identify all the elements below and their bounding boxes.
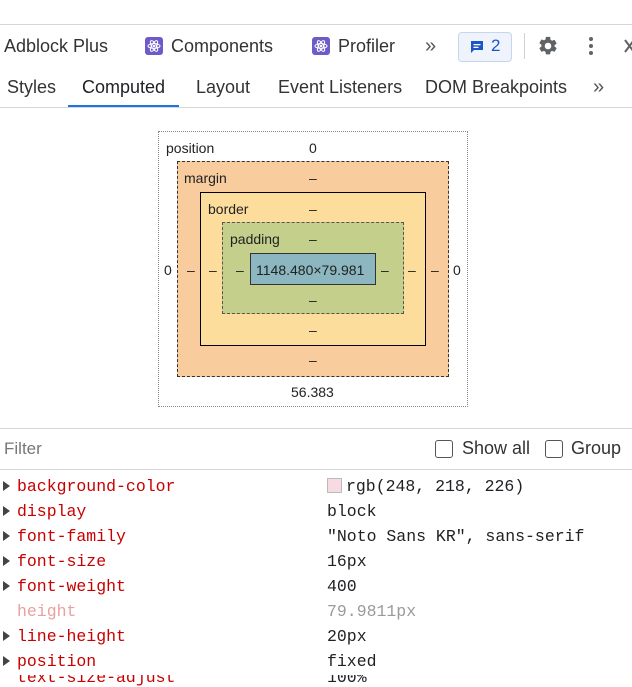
property-value: fixed bbox=[327, 652, 377, 671]
filter-bar: Show all Group bbox=[0, 428, 632, 470]
property-value: 400 bbox=[327, 577, 357, 596]
tab-dom-breakpoints[interactable]: DOM Breakpoints bbox=[425, 67, 567, 107]
expand-arrow-icon[interactable] bbox=[3, 481, 10, 491]
tab-profiler[interactable]: Profiler bbox=[312, 25, 395, 67]
property-name: line-height bbox=[17, 627, 126, 646]
property-name: font-size bbox=[17, 552, 107, 571]
border-right-value[interactable]: – bbox=[408, 262, 416, 278]
padding-right-value[interactable]: – bbox=[381, 262, 389, 278]
group-label[interactable]: Group bbox=[571, 438, 621, 459]
tab-components-label: Components bbox=[171, 36, 274, 56]
property-row[interactable]: display block bbox=[0, 500, 632, 525]
padding-top-value[interactable]: – bbox=[309, 231, 317, 247]
property-value-text: rgb(248, 218, 226) bbox=[346, 477, 525, 496]
margin-right-value[interactable]: – bbox=[431, 262, 439, 278]
position-label: position bbox=[166, 140, 215, 156]
tab-computed[interactable]: Computed bbox=[68, 67, 180, 107]
margin-top-value[interactable]: – bbox=[309, 170, 317, 186]
devtools-top-tabbar: Adblock Plus Components Profiler » 2 bbox=[0, 24, 632, 68]
property-value: "Noto Sans KR", sans-serif bbox=[327, 527, 585, 546]
tab-adblock-plus-label: Adblock Plus bbox=[4, 36, 109, 56]
margin-left-value[interactable]: – bbox=[187, 262, 195, 278]
property-row[interactable]: font-size 16px bbox=[0, 550, 632, 575]
property-row[interactable]: line-height 20px bbox=[0, 625, 632, 650]
margin-label: margin bbox=[184, 170, 227, 186]
tab-adblock-plus[interactable]: Adblock Plus bbox=[4, 25, 108, 67]
padding-left-value[interactable]: – bbox=[236, 262, 244, 278]
property-row[interactable]: height 79.9811px bbox=[0, 600, 632, 625]
elements-panel-tabbar: Styles Computed Layout Event Listeners D… bbox=[0, 67, 632, 108]
property-value: block bbox=[327, 502, 377, 521]
kebab-menu-icon[interactable] bbox=[583, 35, 599, 57]
filter-input[interactable] bbox=[4, 438, 304, 460]
property-name: background-color bbox=[17, 477, 176, 496]
tab-layout[interactable]: Layout bbox=[196, 67, 250, 107]
padding-bottom-value[interactable]: – bbox=[309, 292, 317, 308]
gear-icon[interactable] bbox=[537, 35, 559, 57]
expand-arrow-icon[interactable] bbox=[3, 506, 10, 516]
tab-styles[interactable]: Styles bbox=[7, 67, 56, 107]
expand-arrow-icon[interactable] bbox=[3, 581, 10, 591]
border-left-value[interactable]: – bbox=[209, 262, 217, 278]
property-row[interactable]: font-weight 400 bbox=[0, 575, 632, 600]
message-icon bbox=[471, 41, 483, 53]
border-top-value[interactable]: – bbox=[309, 201, 317, 217]
property-value: rgb(248, 218, 226) bbox=[327, 477, 524, 496]
position-bottom-value[interactable]: 56.383 bbox=[291, 384, 334, 400]
property-name: text-size-adjust bbox=[17, 675, 176, 687]
property-name: font-weight bbox=[17, 577, 126, 596]
position-right-value[interactable]: 0 bbox=[453, 262, 461, 278]
property-value: 16px bbox=[327, 552, 367, 571]
property-name: height bbox=[17, 602, 77, 621]
property-value: 20px bbox=[327, 627, 367, 646]
position-top-value[interactable]: 0 bbox=[309, 140, 317, 156]
property-row[interactable]: position fixed bbox=[0, 650, 632, 675]
close-icon[interactable] bbox=[622, 38, 632, 54]
property-name: position bbox=[17, 652, 97, 671]
property-name: display bbox=[17, 502, 87, 521]
property-value: 100% bbox=[327, 675, 367, 687]
toolbar-divider bbox=[524, 33, 525, 59]
issues-button[interactable]: 2 bbox=[458, 32, 512, 62]
group-checkbox[interactable] bbox=[545, 440, 563, 458]
expand-arrow-icon[interactable] bbox=[3, 631, 10, 641]
color-swatch-icon[interactable] bbox=[327, 478, 342, 493]
expand-arrow-icon[interactable] bbox=[3, 556, 10, 566]
tab-event-listeners[interactable]: Event Listeners bbox=[278, 67, 402, 107]
expand-arrow-icon[interactable] bbox=[3, 656, 10, 666]
property-row[interactable]: background-color rgb(248, 218, 226) bbox=[0, 475, 632, 500]
issues-count: 2 bbox=[491, 36, 501, 55]
more-tabs-button[interactable]: » bbox=[425, 25, 436, 67]
property-name: font-family bbox=[17, 527, 126, 546]
padding-label: padding bbox=[230, 231, 280, 247]
border-bottom-value[interactable]: – bbox=[309, 322, 317, 338]
content-size-value[interactable]: 1148.480×79.981 bbox=[256, 262, 364, 278]
position-left-value[interactable]: 0 bbox=[164, 262, 172, 278]
tab-components[interactable]: Components bbox=[145, 25, 273, 67]
react-icon bbox=[312, 37, 330, 55]
show-all-label[interactable]: Show all bbox=[462, 438, 530, 459]
margin-bottom-value[interactable]: – bbox=[309, 352, 317, 368]
property-value: 79.9811px bbox=[327, 602, 417, 621]
border-label: border bbox=[208, 201, 249, 217]
tab-profiler-label: Profiler bbox=[338, 36, 396, 56]
expand-arrow-icon[interactable] bbox=[3, 531, 10, 541]
react-icon bbox=[145, 37, 163, 55]
property-row[interactable]: text-size-adjust 100% bbox=[0, 675, 632, 687]
show-all-checkbox[interactable] bbox=[435, 440, 453, 458]
property-row[interactable]: font-family "Noto Sans KR", sans-serif bbox=[0, 525, 632, 550]
more-panel-tabs-button[interactable]: » bbox=[593, 67, 604, 107]
